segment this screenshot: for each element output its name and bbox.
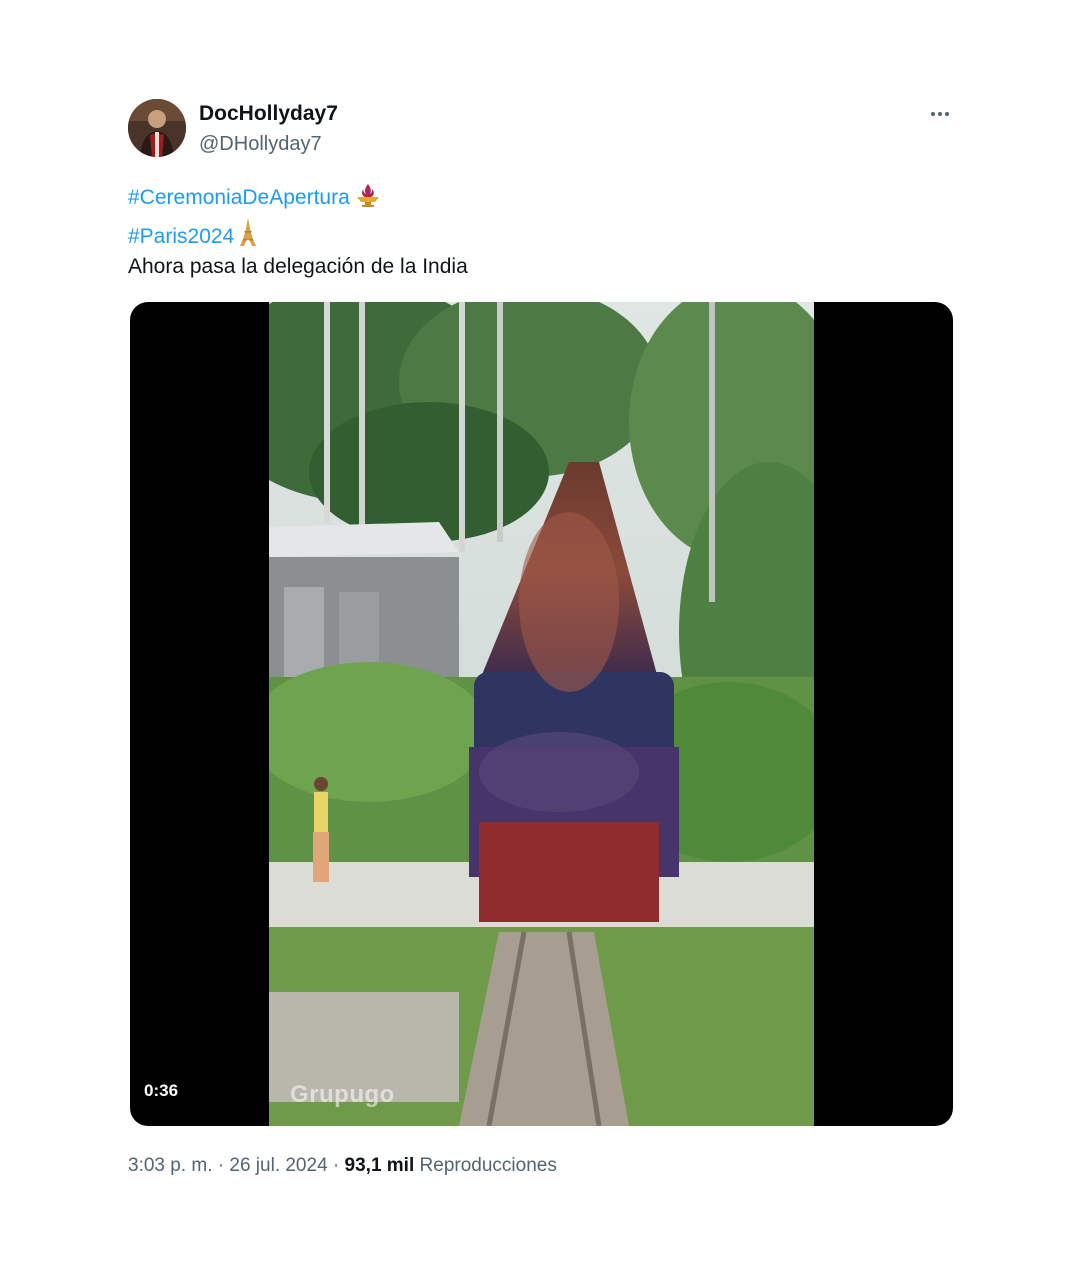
- video-watermark: Grupugo: [290, 1081, 395, 1108]
- tweet: DocHollyday7 @DHollyday7 #CeremoniaDeApe…: [0, 0, 1080, 1276]
- tweet-meta: 3:03 p. m. · 26 jul. 2024 · 93,1 mil Rep…: [128, 1153, 557, 1179]
- author-display-name[interactable]: DocHollyday7: [199, 101, 338, 127]
- meta-separator: ·: [212, 1155, 230, 1176]
- avatar-image: [128, 99, 186, 157]
- views-count: 93,1 mil: [344, 1155, 415, 1176]
- tweet-text: Ahora pasa la delegación de la India: [128, 255, 468, 278]
- author-handle[interactable]: @DHollyday7: [199, 131, 322, 157]
- meta-separator: ·: [327, 1155, 345, 1176]
- tweet-line-1: #CeremoniaDeApertura: [128, 182, 382, 217]
- avatar[interactable]: [128, 99, 186, 157]
- olympic-torch-icon: [354, 182, 382, 217]
- tweet-line-2: #Paris2024: [128, 217, 258, 256]
- more-options-icon[interactable]: [922, 100, 958, 128]
- hashtag-ceremonia[interactable]: #CeremoniaDeApertura: [128, 186, 350, 209]
- video-duration: 0:36: [144, 1081, 179, 1100]
- views-label: Reproducciones: [419, 1155, 557, 1176]
- eiffel-tower-icon: [238, 217, 258, 256]
- video-thumbnail: [269, 302, 814, 1126]
- video-player[interactable]: 0:36 Grupugo: [130, 302, 953, 1126]
- hashtag-paris2024[interactable]: #Paris2024: [128, 225, 234, 248]
- video-frame: [269, 302, 814, 1126]
- tweet-date[interactable]: 26 jul. 2024: [229, 1155, 327, 1176]
- tweet-time[interactable]: 3:03 p. m.: [128, 1155, 213, 1176]
